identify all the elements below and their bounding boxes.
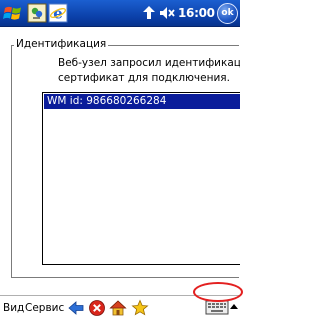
title-bar: e 16:00 ok xyxy=(0,0,240,27)
menu-view[interactable]: Вид xyxy=(3,301,24,315)
identification-message: Веб-узел запросил идентификацию сертифик… xyxy=(58,56,240,86)
message-line-2: сертификат для подключения. xyxy=(58,72,230,84)
svg-text:e: e xyxy=(53,5,63,23)
favorites-star-icon[interactable] xyxy=(131,299,149,317)
menu-service[interactable]: Сервис xyxy=(25,301,64,315)
message-line-1: Веб-узел запросил идентификацию xyxy=(58,57,240,69)
back-arrow-icon[interactable] xyxy=(67,299,85,317)
stop-icon[interactable] xyxy=(88,299,106,317)
home-icon[interactable] xyxy=(109,299,127,317)
windows-start-icon[interactable] xyxy=(2,2,24,24)
certificate-list-item-selected[interactable]: WM id: 986680266284 xyxy=(44,94,240,109)
volume-muted-icon[interactable] xyxy=(158,4,176,22)
clock[interactable]: 16:00 xyxy=(178,5,216,21)
messenger-icon[interactable] xyxy=(27,3,47,23)
certificate-list[interactable]: WM id: 986680266284 xyxy=(42,92,240,265)
group-title: Идентификация xyxy=(14,38,109,51)
sip-arrow-icon[interactable] xyxy=(229,300,239,314)
connectivity-icon[interactable] xyxy=(140,4,158,22)
red-highlight-ellipse xyxy=(193,282,243,302)
ok-button[interactable]: ok xyxy=(217,3,238,24)
internet-explorer-icon[interactable]: e xyxy=(48,3,68,23)
